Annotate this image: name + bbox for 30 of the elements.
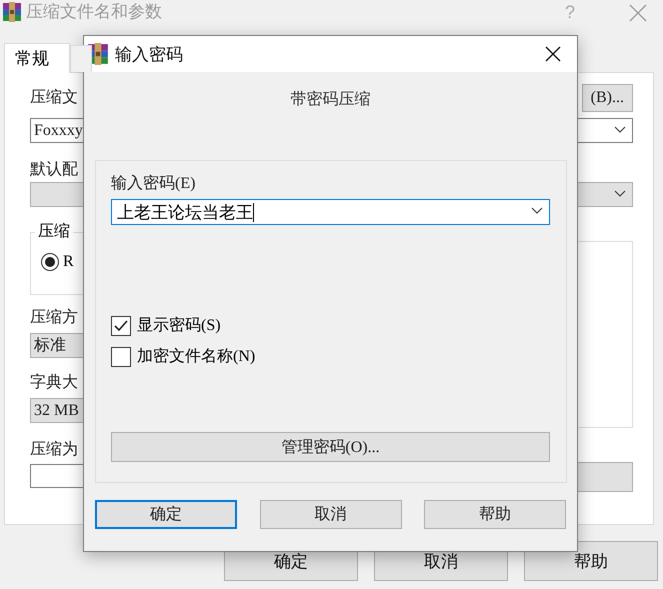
window-title: 压缩文件名和参数 (26, 2, 162, 22)
field-label: 默认配 (30, 161, 78, 179)
checkbox-label: 显示密码(S) (137, 316, 221, 336)
archive-icon (87, 43, 109, 65)
tab[interactable]: 常规 (4, 43, 70, 73)
field-label: 输入密码(E) (111, 175, 196, 193)
check-icon (114, 320, 128, 332)
group-label: 压缩 (35, 223, 73, 241)
checkbox-label: 加密文件名称(N) (137, 346, 256, 367)
dialog-title: 输入密码 (115, 44, 183, 66)
radio-button[interactable] (41, 253, 59, 271)
password-combo[interactable]: 上老王论坛当老王 (111, 199, 550, 225)
dropdown-icon[interactable] (614, 126, 626, 134)
archive-icon (2, 2, 22, 22)
dropdown-icon[interactable] (531, 207, 543, 215)
checkbox[interactable] (111, 346, 131, 366)
field-label: 字典大 (30, 374, 78, 392)
manage-passwords-button[interactable]: 管理密码(O)... (111, 432, 550, 462)
field-label: 压缩方 (30, 309, 78, 327)
dialog-button[interactable]: 帮助 (424, 500, 566, 529)
dialog-button[interactable]: 确定 (95, 500, 237, 529)
field-label: 压缩文 (30, 89, 78, 107)
dropdown-icon[interactable] (614, 190, 626, 198)
dialog-heading: 带密码压缩 (290, 90, 370, 110)
field-label: 压缩为 (30, 441, 78, 459)
dialog-button[interactable]: 取消 (260, 500, 402, 529)
radio-label: R (63, 253, 74, 271)
browse-button[interactable]: (B)... (582, 84, 633, 112)
close-icon[interactable] (545, 46, 561, 62)
checkbox[interactable] (111, 316, 131, 336)
